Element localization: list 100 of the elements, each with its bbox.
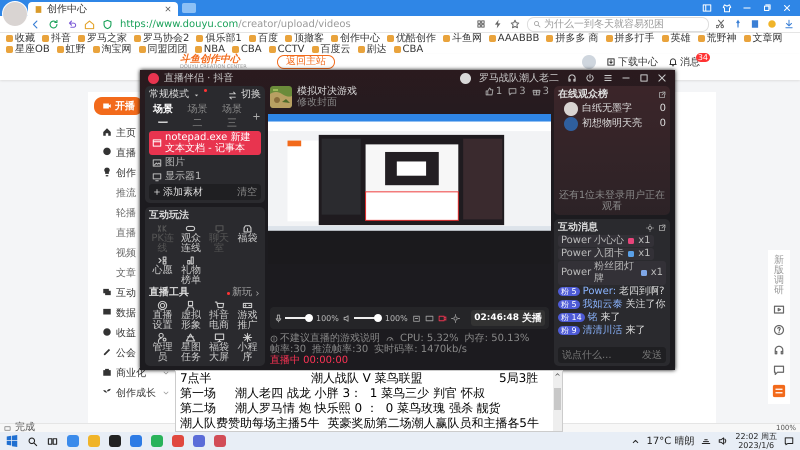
menu-icon[interactable] bbox=[603, 73, 613, 83]
bookmark[interactable]: CCTV bbox=[268, 44, 305, 55]
restore-icon[interactable] bbox=[762, 3, 772, 13]
mode-selector[interactable]: 常规模式 bbox=[149, 89, 189, 101]
download-link[interactable]: 下载中心 bbox=[618, 56, 658, 68]
notification-icon[interactable] bbox=[784, 436, 794, 446]
user-name[interactable]: 罗马战队潮人老二 bbox=[479, 71, 559, 85]
maximize-icon[interactable] bbox=[639, 73, 649, 83]
bookmark[interactable]: 抖音 bbox=[42, 33, 71, 44]
refresh-icon[interactable] bbox=[48, 18, 59, 30]
send-button[interactable]: 发送 bbox=[642, 348, 662, 362]
bookmark[interactable]: 百度云 bbox=[312, 44, 351, 55]
tool-button[interactable]: 直播设置 bbox=[149, 300, 176, 331]
plus-icon[interactable] bbox=[252, 112, 261, 120]
nav-item[interactable]: 收益 bbox=[116, 326, 136, 340]
taskbar-app-icon[interactable] bbox=[109, 435, 121, 447]
bookmark[interactable]: 拼多多 商 bbox=[546, 33, 599, 44]
viewer-avatar[interactable] bbox=[564, 102, 578, 116]
bookmark[interactable]: 俱乐部1 bbox=[196, 33, 242, 44]
bookmark[interactable]: 英雄 bbox=[662, 33, 691, 44]
bookmark[interactable]: 剧达 bbox=[358, 44, 387, 55]
pin-icon[interactable] bbox=[733, 19, 743, 29]
feature-button[interactable]: 礼物榜单 bbox=[177, 255, 204, 286]
scroll-up-icon[interactable] bbox=[554, 371, 561, 378]
bookmark[interactable]: 同盟团团 bbox=[138, 44, 188, 55]
bell-icon[interactable] bbox=[668, 57, 678, 67]
chat-user[interactable]: 我如云泰 bbox=[582, 298, 623, 311]
panel-icon[interactable] bbox=[702, 3, 712, 13]
chat-icon[interactable] bbox=[773, 364, 785, 376]
tool-button[interactable]: 游戏推广 bbox=[234, 300, 261, 331]
bookmark[interactable]: 虹野 bbox=[56, 44, 86, 55]
bookmark[interactable]: 顶撤客 bbox=[284, 33, 324, 44]
record-icon[interactable] bbox=[438, 314, 447, 322]
viewer-name[interactable]: 白纸无墨字 bbox=[582, 102, 632, 116]
new-features-link[interactable]: 新玩 bbox=[232, 287, 252, 299]
feature-button[interactable]: 福袋 bbox=[234, 223, 261, 254]
bookmark[interactable]: 星座OB bbox=[6, 44, 50, 55]
tool-button[interactable]: 星图任务 bbox=[177, 332, 204, 363]
close-icon[interactable] bbox=[657, 73, 667, 83]
source-item[interactable]: notepad.exe 新建文本文档 - 记事本 bbox=[149, 131, 261, 155]
stop-live-button[interactable]: 关播 bbox=[522, 311, 542, 325]
start-icon[interactable] bbox=[6, 435, 18, 447]
chevron-down-icon[interactable] bbox=[162, 369, 170, 377]
nav-item[interactable]: 数据 bbox=[116, 306, 136, 320]
popout-icon[interactable] bbox=[658, 224, 666, 232]
nav-item[interactable]: 创作 bbox=[116, 166, 136, 180]
source-item[interactable]: 图片 bbox=[149, 156, 261, 169]
tool-button[interactable]: 抖音电商 bbox=[206, 300, 233, 331]
cover-link[interactable]: 修改封面 bbox=[297, 97, 357, 108]
book-icon[interactable] bbox=[750, 19, 760, 29]
camera-icon[interactable] bbox=[412, 314, 421, 322]
settings-icon[interactable] bbox=[450, 314, 460, 322]
undo-icon[interactable] bbox=[66, 18, 77, 30]
bookmark[interactable]: NBA bbox=[194, 44, 225, 55]
bolt-icon[interactable] bbox=[493, 19, 503, 29]
caret-icon[interactable] bbox=[193, 92, 200, 98]
weather[interactable]: 17°C 晴朗 bbox=[646, 434, 694, 448]
tool-button[interactable]: 福袋大屏 bbox=[206, 332, 233, 363]
scrollbar-thumb[interactable] bbox=[554, 388, 561, 410]
scissors-icon[interactable] bbox=[716, 19, 726, 29]
volume-icon[interactable] bbox=[718, 436, 728, 446]
nav-subitem[interactable]: 视频 bbox=[116, 246, 136, 260]
bookmark[interactable]: CBA bbox=[394, 44, 424, 55]
slider-thumb[interactable] bbox=[374, 314, 382, 322]
clock-time[interactable]: 22:02 周五 bbox=[735, 432, 777, 441]
nav-item[interactable]: 互动 bbox=[116, 286, 136, 300]
task-view-icon[interactable] bbox=[47, 436, 58, 446]
tool-button[interactable]: 小程序 bbox=[234, 332, 261, 363]
viewer-name[interactable]: 初想物明天亮 bbox=[582, 117, 642, 131]
chat-input[interactable]: 说点什么... 发送 bbox=[558, 347, 666, 363]
chat-user[interactable]: 清清川活 bbox=[582, 324, 623, 337]
help-icon[interactable] bbox=[773, 324, 785, 336]
feature-button[interactable]: 心愿 bbox=[149, 255, 176, 286]
power-icon[interactable] bbox=[585, 73, 595, 83]
add-source-button[interactable]: 添加素材 bbox=[153, 185, 203, 199]
bookmark[interactable]: AAABBB bbox=[488, 33, 540, 44]
bookmark[interactable]: 创作中心 bbox=[330, 33, 380, 44]
popout-icon[interactable] bbox=[658, 91, 666, 99]
bookmark[interactable]: 优酷创作 bbox=[386, 33, 436, 44]
nav-subitem[interactable]: 文章 bbox=[116, 266, 136, 280]
tool-button[interactable]: 管理员 bbox=[149, 332, 176, 363]
bookmark[interactable]: 罗马之家 bbox=[78, 33, 127, 44]
nav-item[interactable]: 商业化 bbox=[116, 366, 146, 380]
bookmark[interactable]: 百度 bbox=[248, 33, 278, 44]
settings-icon[interactable] bbox=[646, 224, 654, 232]
browser-tab[interactable]: 创作中心 bbox=[28, 2, 178, 16]
mic-icon[interactable] bbox=[274, 314, 283, 322]
scene-tab[interactable]: 场景三 bbox=[218, 102, 246, 130]
swap-icon[interactable] bbox=[228, 90, 237, 100]
feedback-icon[interactable] bbox=[772, 384, 786, 398]
nav-item[interactable]: 创作成长 bbox=[116, 386, 156, 400]
clear-button[interactable]: 清空 bbox=[237, 185, 257, 199]
download-icon[interactable] bbox=[606, 57, 616, 67]
switch-button[interactable]: 切换 bbox=[241, 89, 261, 101]
headset-icon[interactable] bbox=[773, 344, 785, 356]
stream-title[interactable]: 模拟对决游戏 bbox=[297, 86, 357, 97]
nav-item[interactable]: 主页 bbox=[116, 126, 136, 140]
grid-icon[interactable] bbox=[476, 19, 486, 29]
bookmark[interactable]: 荒野神 bbox=[698, 33, 737, 44]
notice-link[interactable]: 不建议直播的游戏说明 bbox=[280, 333, 380, 344]
